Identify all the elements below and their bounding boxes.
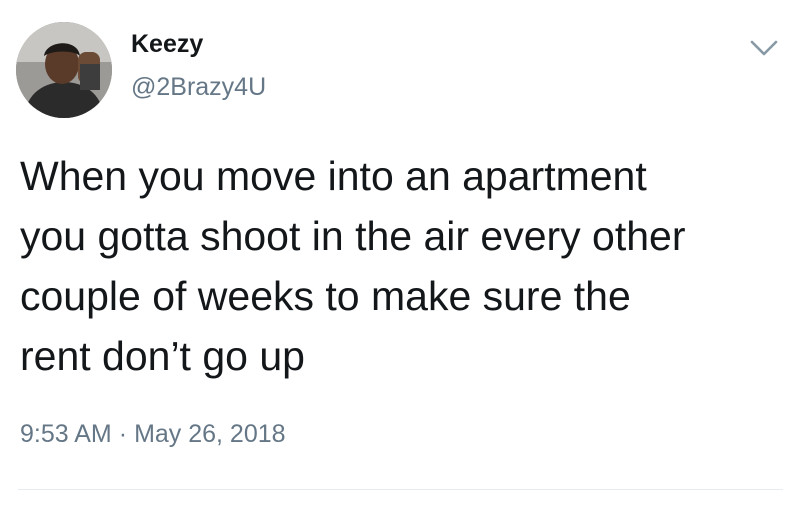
divider (18, 489, 783, 490)
author-handle[interactable]: @2Brazy4U (131, 73, 266, 102)
avatar[interactable] (16, 22, 112, 118)
more-options-button[interactable] (748, 36, 780, 60)
tweet-text-line: rent don’t go up (20, 333, 305, 379)
tweet-text-line: you gotta shoot in the air every other (20, 213, 686, 259)
author-display-name[interactable]: Keezy (131, 30, 203, 59)
tweet-card: Keezy @2Brazy4U When you move into an ap… (0, 0, 799, 506)
tweet-text-line: couple of weeks to make sure the (20, 273, 631, 319)
chevron-down-icon (750, 40, 778, 56)
timestamp-separator: · (118, 420, 128, 448)
tweet-timestamp[interactable]: 9:53 AM · May 26, 2018 (20, 420, 286, 449)
timestamp-time: 9:53 AM (20, 420, 112, 448)
tweet-text: When you move into an apartment you gott… (20, 146, 790, 386)
user-avatar-photo-icon (16, 22, 112, 118)
tweet-text-line: When you move into an apartment (20, 153, 647, 199)
timestamp-date: May 26, 2018 (134, 420, 286, 448)
